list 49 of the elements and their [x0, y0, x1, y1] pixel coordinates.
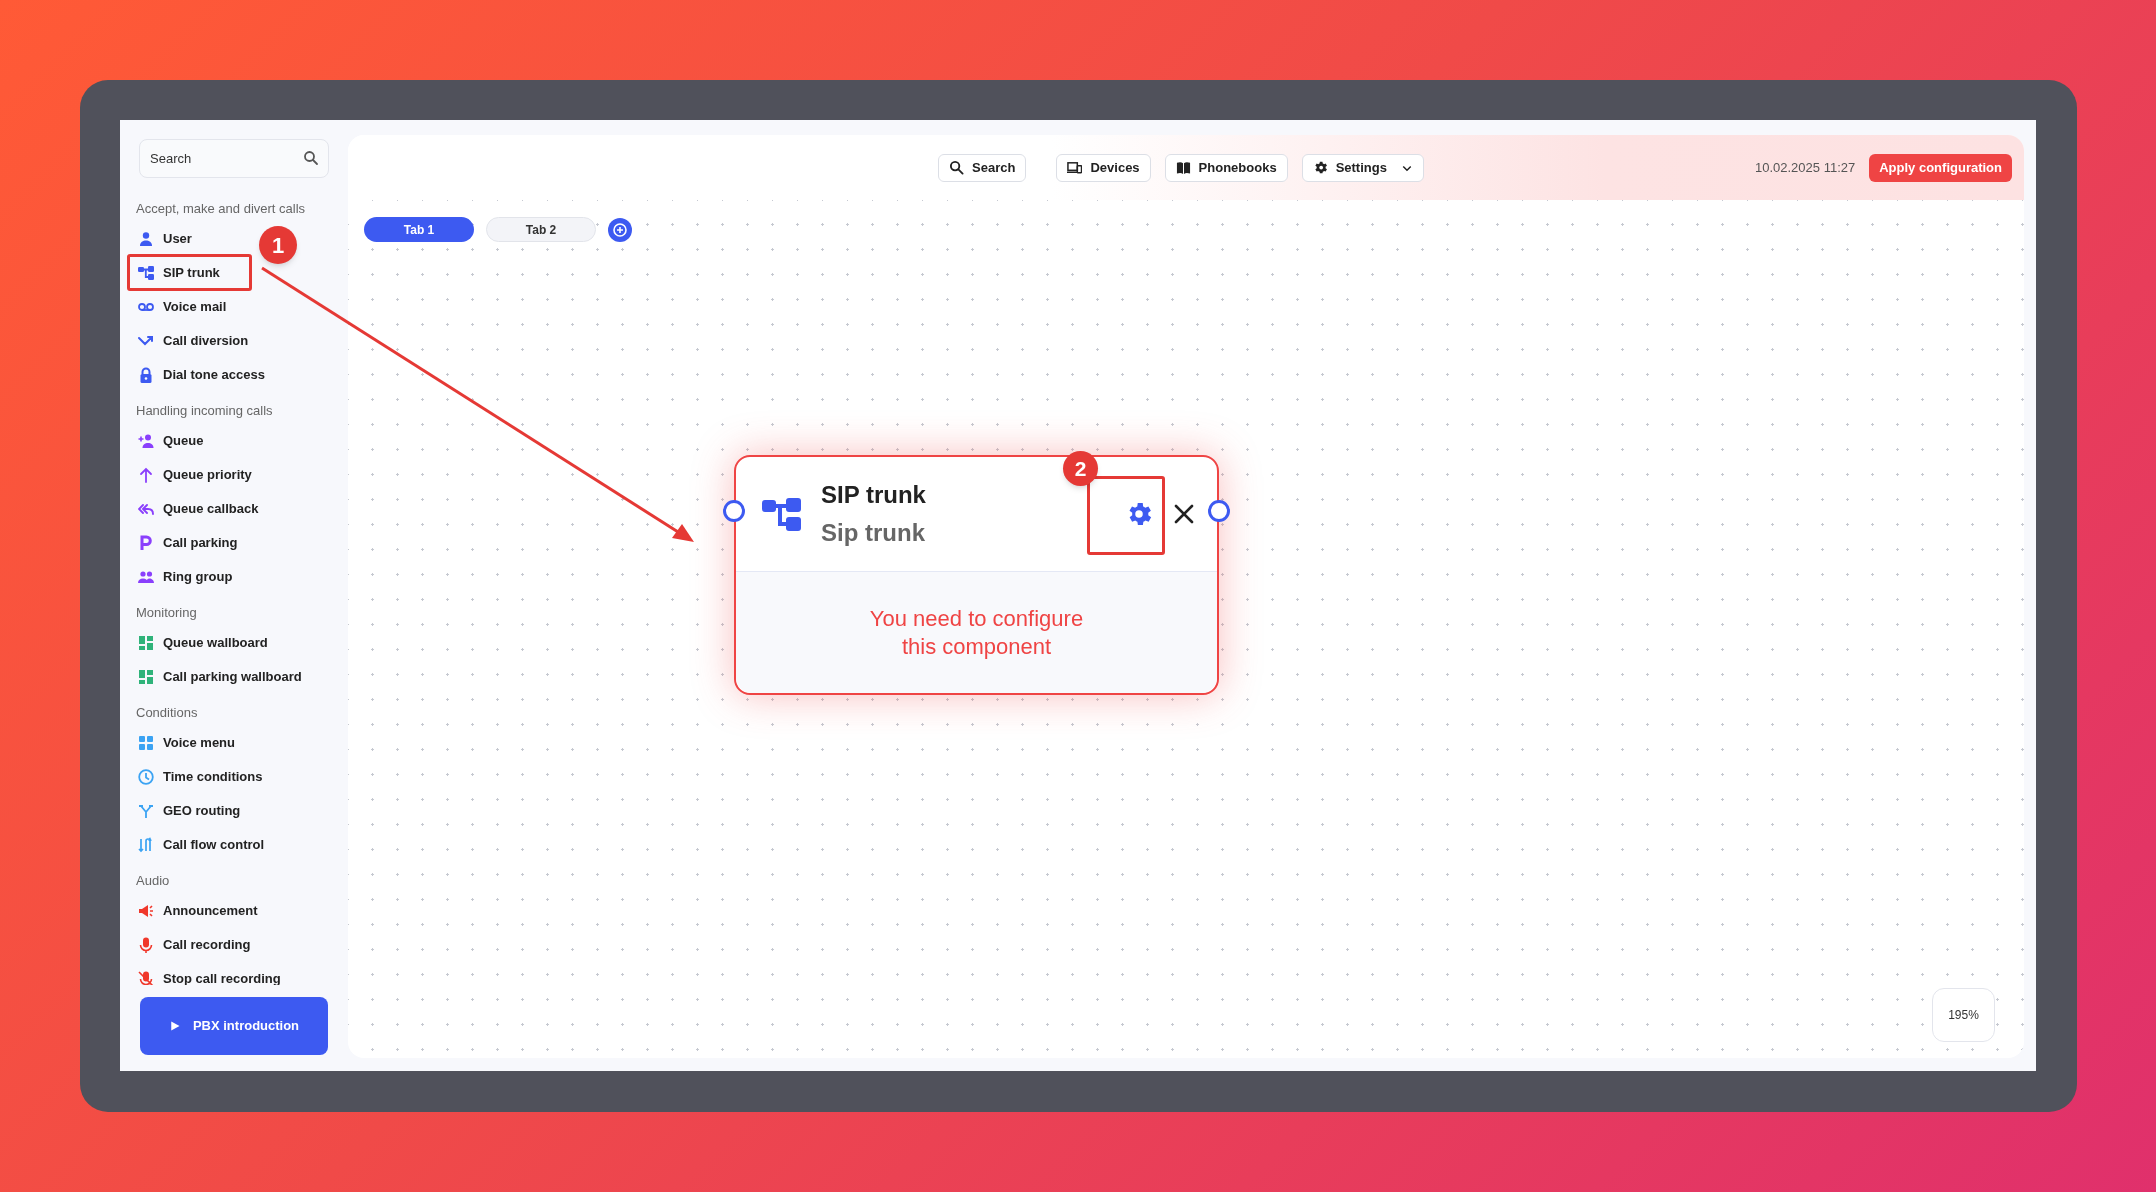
sidebar-item[interactable]: Voice menu	[136, 726, 235, 760]
toolbar-button[interactable]: Settings	[1301, 153, 1424, 182]
devices-icon	[1067, 160, 1083, 175]
search-icon	[949, 160, 965, 175]
node-subtitle: Sip trunk	[821, 519, 926, 547]
tab[interactable]: Tab 2	[486, 217, 596, 242]
search-icon	[303, 150, 319, 166]
sidebar-item[interactable]: Call flow control	[136, 828, 265, 862]
apply-button[interactable]: Apply configuration	[1869, 153, 2012, 182]
sidebar-item[interactable]: Call diversion	[136, 324, 249, 358]
plus-icon	[612, 221, 628, 238]
sidebar-item[interactable]: Queue priority	[136, 458, 252, 492]
sidebar-item[interactable]: Call parking wallboard	[136, 660, 302, 694]
sidebar-item[interactable]: Time conditions	[136, 760, 263, 794]
section-heading: Handling incoming calls	[136, 401, 273, 420]
section-heading: Monitoring	[136, 603, 197, 622]
play-icon	[168, 1020, 181, 1032]
search-field[interactable]: Search	[139, 139, 329, 178]
intro-button[interactable]: PBX introduction	[140, 997, 328, 1055]
tab[interactable]: Tab 1	[364, 217, 474, 242]
section-heading: Audio	[136, 871, 170, 890]
sidebar-item[interactable]: Dial tone access	[136, 358, 265, 392]
sidebar-item[interactable]: Call parking	[136, 526, 238, 560]
date-time: 10.02.2025 11:27	[1754, 158, 1856, 177]
node-title: SIP trunk	[821, 481, 926, 509]
toolbar-button[interactable]: Search	[938, 153, 1027, 182]
gear-icon	[1312, 160, 1328, 175]
sidebar-item[interactable]: GEO routing	[136, 794, 241, 828]
toolbar-button[interactable]: Devices	[1056, 153, 1151, 182]
warning-message: You need to configure this component	[869, 604, 1084, 661]
book-icon	[1175, 160, 1191, 175]
toolbar-button[interactable]: Phonebooks	[1164, 153, 1288, 182]
close-icon	[1173, 503, 1195, 525]
add-tab-button[interactable]	[608, 217, 632, 242]
section-heading: Accept, make and divert calls	[136, 199, 306, 218]
output-port[interactable]	[1208, 500, 1230, 522]
sidebar-item[interactable]: SIP trunk	[136, 256, 220, 290]
sidebar-item[interactable]: Queue callback	[136, 492, 259, 526]
sidebar-item[interactable]: Queue wallboard	[136, 626, 268, 660]
input-port[interactable]	[723, 500, 745, 522]
tree-icon	[762, 496, 802, 532]
sidebar-item[interactable]: Queue	[136, 424, 204, 458]
sidebar-item[interactable]: Announcement	[136, 894, 258, 928]
sidebar-item[interactable]: Ring group	[136, 560, 233, 594]
zoom-level[interactable]: 195%	[1932, 988, 1995, 1042]
sidebar-item[interactable]: Call recording	[136, 928, 251, 962]
sidebar-item[interactable]: User	[136, 222, 192, 256]
sidebar-item[interactable]: Voice mail	[136, 290, 227, 324]
section-heading: Conditions	[136, 703, 198, 722]
